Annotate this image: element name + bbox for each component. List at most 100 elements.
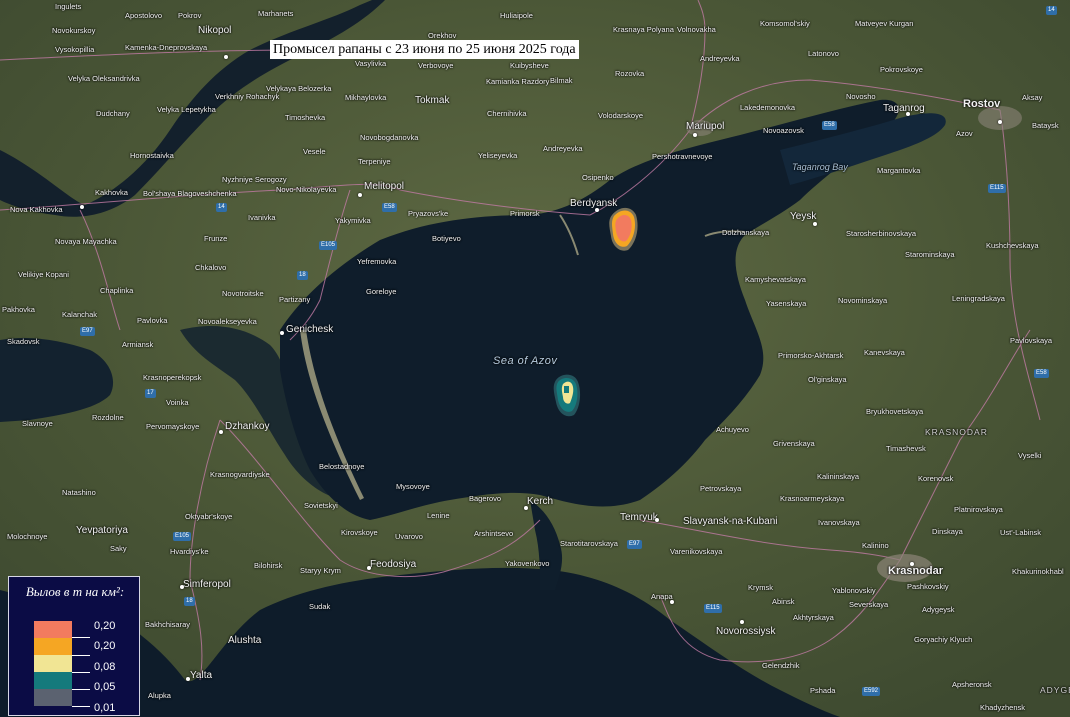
place-label: Yeliseyevka bbox=[478, 151, 518, 160]
place-label: Voinka bbox=[166, 398, 189, 407]
place-label: Ol'ginskaya bbox=[808, 375, 847, 384]
place-label: Pashkovskiy bbox=[907, 582, 949, 591]
city-marker bbox=[219, 430, 223, 434]
legend-tick bbox=[72, 637, 90, 638]
city-marker bbox=[813, 222, 817, 226]
place-label: Slavyansk-na-Kubani bbox=[683, 516, 778, 527]
place-label: Krasnoarmeyskaya bbox=[780, 494, 845, 503]
place-label: Kalininskaya bbox=[817, 472, 860, 481]
place-label: Grivenskaya bbox=[773, 439, 815, 448]
place-label: Primorsko-Akhtarsk bbox=[778, 351, 844, 360]
place-label: Yablonovskiy bbox=[832, 586, 876, 595]
place-label: Timoshevka bbox=[285, 113, 326, 122]
place-label: Nyzhniye Serogozy bbox=[222, 175, 287, 184]
road-shield: E592 bbox=[862, 687, 881, 696]
place-label: Apsheronsk bbox=[952, 680, 992, 689]
legend: Вылов в т на км²: 0,20 0,20 0,08 0,05 0,… bbox=[8, 576, 140, 716]
place-label: Yasenskaya bbox=[766, 299, 807, 308]
place-label: Bryukhovetskaya bbox=[866, 407, 924, 416]
place-label: Novobogdanovka bbox=[360, 133, 419, 142]
place-label: Komsomol'skiy bbox=[760, 19, 810, 28]
place-label: Latonovo bbox=[808, 49, 839, 58]
place-label: Novoazovsk bbox=[763, 126, 804, 135]
place-label: Vysokopillia bbox=[55, 45, 95, 54]
place-label: Sudak bbox=[309, 602, 331, 611]
place-label: Rozdolne bbox=[92, 413, 124, 422]
place-label: Volodarskoye bbox=[598, 111, 644, 120]
place-label: Yalta bbox=[190, 670, 213, 681]
place-label: Molochnoye bbox=[7, 532, 48, 541]
place-label: Novosho bbox=[846, 92, 876, 101]
place-label: Bataysk bbox=[1032, 121, 1059, 130]
place-label: Krasnoperekopsk bbox=[143, 373, 202, 382]
place-label: Bilmak bbox=[550, 76, 573, 85]
place-label: Novotroitske bbox=[222, 289, 264, 298]
place-label: Yevpatoriya bbox=[76, 525, 128, 536]
place-label: Velikiye Kopani bbox=[18, 270, 69, 279]
place-label: Chernihivka bbox=[487, 109, 527, 118]
place-label: Kamenka-Dneprovskaya bbox=[125, 43, 208, 52]
road-shield: E97 bbox=[80, 327, 95, 336]
place-label: Akhtyrskaya bbox=[793, 613, 834, 622]
city-marker bbox=[655, 518, 659, 522]
place-label: Pavlovskaya bbox=[1010, 336, 1053, 345]
place-label: Terpeniye bbox=[358, 157, 391, 166]
legend-swatch bbox=[34, 655, 72, 672]
place-label: Kerch bbox=[527, 496, 554, 507]
place-label: Uvarovo bbox=[395, 532, 423, 541]
place-label: Hvardiys'ke bbox=[170, 547, 209, 556]
city-marker bbox=[670, 600, 674, 604]
place-label: Volnovakha bbox=[677, 25, 716, 34]
city-marker bbox=[998, 120, 1002, 124]
place-label: Krymsk bbox=[748, 583, 773, 592]
place-label: Krasnogvardiyske bbox=[210, 470, 270, 479]
place-label: Starominskaya bbox=[905, 250, 955, 259]
place-label: Novokurskoy bbox=[52, 26, 96, 35]
city-marker bbox=[224, 55, 228, 59]
place-label: Kuibysheve bbox=[510, 61, 549, 70]
road-shield: 18 bbox=[297, 271, 308, 280]
place-label: Saky bbox=[110, 544, 127, 553]
place-label: Vasylivka bbox=[355, 59, 387, 68]
place-label: Alupka bbox=[148, 691, 171, 700]
road-shield: E115 bbox=[704, 604, 722, 613]
place-label: Berdyansk bbox=[570, 198, 618, 209]
place-label: Bakhchisaray bbox=[145, 620, 191, 629]
place-label: Pervomayskoye bbox=[146, 422, 200, 431]
place-label: Abinsk bbox=[772, 597, 795, 606]
place-label: Partizany bbox=[279, 295, 311, 304]
place-label: Dinskaya bbox=[932, 527, 963, 536]
place-label: Pavlovka bbox=[137, 316, 168, 325]
place-label: Mysovoye bbox=[396, 482, 430, 491]
road-shield: 14 bbox=[216, 203, 227, 212]
place-label: Mikhaylovka bbox=[345, 93, 387, 102]
city-marker bbox=[280, 331, 284, 335]
legend-swatch bbox=[34, 638, 72, 655]
place-label: Arshintsevo bbox=[474, 529, 514, 538]
place-label: Verkhniy Rohachyk bbox=[215, 92, 280, 101]
place-label: Chkalovo bbox=[195, 263, 227, 272]
legend-value: 0,01 bbox=[94, 702, 116, 714]
place-label: Primorsk bbox=[510, 209, 540, 218]
place-label: Leningradskaya bbox=[952, 294, 1005, 303]
krasnodar-region-label: KRASNODAR bbox=[925, 427, 988, 437]
place-label: Osipenko bbox=[582, 173, 614, 182]
place-label: Kalanchak bbox=[62, 310, 98, 319]
place-label: Kamianka Razdory bbox=[486, 77, 550, 86]
place-label: Pokrovskoye bbox=[880, 65, 923, 74]
place-label: Dolzhanskaya bbox=[722, 228, 770, 237]
city-marker bbox=[358, 193, 362, 197]
city-marker bbox=[906, 112, 910, 116]
place-label: Velykaya Belozerka bbox=[266, 84, 332, 93]
map-canvas[interactable]: Sea of Azov Taganrog Bay KRASNODAR ADYGE… bbox=[0, 0, 1070, 717]
place-label: Temryuk bbox=[620, 512, 658, 523]
legend-value: 0,05 bbox=[94, 681, 116, 693]
place-label: Yefremovka bbox=[357, 257, 397, 266]
place-label: Rozovka bbox=[615, 69, 645, 78]
place-label: Frunze bbox=[204, 234, 228, 243]
place-label: Lakedemonovka bbox=[740, 103, 796, 112]
place-label: Alushta bbox=[228, 635, 262, 646]
place-label: Sovietskyi bbox=[304, 501, 338, 510]
place-label: Dudchany bbox=[96, 109, 130, 118]
adygea-region-label: ADYGE bbox=[1040, 685, 1070, 695]
